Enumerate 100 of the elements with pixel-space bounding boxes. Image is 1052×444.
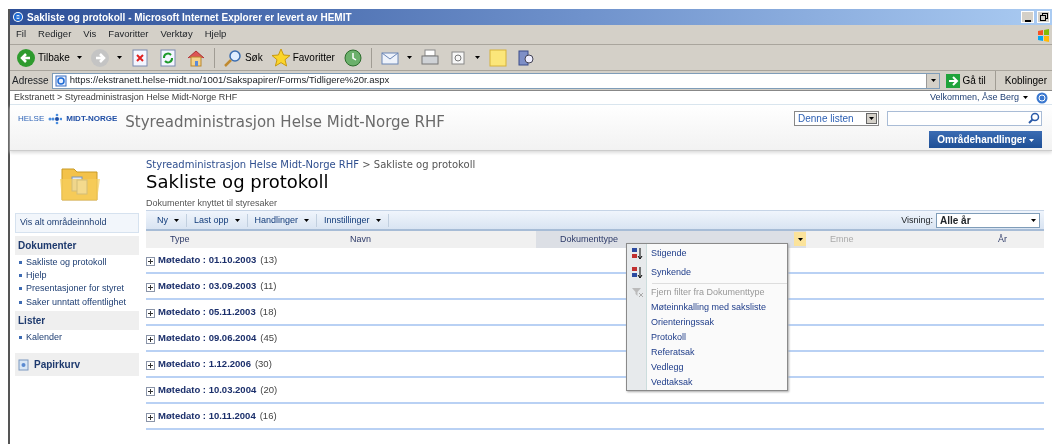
- nav-heading[interactable]: Lister: [15, 310, 139, 330]
- restore-icon: [1039, 13, 1048, 21]
- caret-icon: [174, 218, 179, 222]
- expand-icon[interactable]: [146, 361, 155, 371]
- go-button[interactable]: Gå til: [943, 71, 989, 90]
- toolbar-menu[interactable]: Ny: [150, 213, 187, 228]
- menu-item[interactable]: Vedtaksak: [627, 375, 787, 390]
- caret-icon: [1031, 218, 1036, 222]
- menu-item[interactable]: Referatsak: [627, 345, 787, 360]
- user-menu[interactable]: Velkommen, Åse Berg: [929, 90, 1019, 105]
- sort-descending-icon: [630, 266, 644, 279]
- group-heading[interactable]: Møtedato : 10.03.2004: [158, 383, 257, 398]
- page-title: Sakliste og protokoll: [146, 172, 330, 192]
- star-button[interactable]: Favoritter: [267, 45, 338, 70]
- toolbar-menu[interactable]: Last opp: [187, 213, 248, 228]
- menu-item[interactable]: Favoritter: [102, 27, 155, 42]
- filter-dropdown-button[interactable]: [794, 232, 806, 247]
- item-count: (11): [260, 279, 277, 294]
- breadcrumb-link[interactable]: Styreadministrasjon Helse Midt-Norge RHF: [146, 159, 360, 170]
- menu-item[interactable]: Protokoll: [627, 330, 787, 345]
- menu-item[interactable]: Fil: [10, 27, 33, 42]
- menu-item[interactable]: Vedlegg: [627, 360, 787, 375]
- stop-icon: [129, 47, 150, 68]
- view-dropdown[interactable]: Alle år: [936, 212, 1040, 228]
- item-count: (18): [259, 305, 277, 320]
- expand-icon[interactable]: [146, 257, 155, 267]
- logo-text: MIDT-NORGE: [66, 113, 118, 125]
- menu-item[interactable]: Møteinnkalling med saksliste: [627, 300, 787, 315]
- nav-link[interactable]: Presentasjoner for styret: [26, 283, 125, 294]
- column-header[interactable]: Navn: [326, 231, 536, 249]
- bullet-icon: [19, 300, 22, 304]
- printer-icon: [419, 47, 440, 68]
- search-field[interactable]: [887, 111, 1042, 126]
- item-count: (30): [254, 357, 272, 372]
- logo-text: HELSE: [18, 113, 45, 125]
- toolbar-menu[interactable]: Innstillinger: [317, 213, 389, 228]
- site-title: Styreadministrasjon Helse Midt-Norge RHF: [125, 112, 445, 133]
- item-count: (45): [260, 331, 278, 346]
- menu-item[interactable]: Vis: [77, 27, 103, 42]
- expand-icon[interactable]: [146, 413, 155, 423]
- caret-icon: [375, 218, 381, 222]
- menu-item[interactable]: Rediger: [32, 27, 78, 42]
- menu-item[interactable]: Verktøy: [154, 27, 199, 42]
- back-arrow-button[interactable]: Tilbake: [13, 45, 85, 70]
- search-icon: [222, 47, 243, 68]
- group-heading[interactable]: Møtedato : 10.11.2004: [158, 409, 256, 424]
- nav-link[interactable]: Hjelp: [26, 269, 47, 281]
- nav-link[interactable]: Kalender: [26, 331, 63, 343]
- links-button[interactable]: Koblinger: [1001, 68, 1050, 93]
- item-count: (13): [260, 253, 278, 268]
- group-heading[interactable]: Møtedato : 09.06.2004: [158, 331, 257, 346]
- caret-icon: [930, 79, 936, 82]
- menu-item[interactable]: Hjelp: [198, 27, 233, 42]
- nav-link[interactable]: Saker unntatt offentlighet: [26, 296, 126, 307]
- nav-link[interactable]: Sakliste og protokoll: [26, 256, 107, 267]
- go-arrow-icon: [946, 73, 961, 88]
- browser-icon: [12, 11, 24, 23]
- site-actions-button[interactable]: Områdehandlinger: [929, 131, 1042, 148]
- group-heading[interactable]: Møtedato : 1.12.2006: [158, 357, 251, 372]
- expand-icon[interactable]: [146, 335, 155, 345]
- caret-icon: [116, 56, 122, 59]
- menu-item[interactable]: Orienteringssak: [627, 315, 787, 330]
- item-count: (20): [260, 383, 278, 398]
- caret-icon: [474, 56, 480, 59]
- bullet-icon: [19, 335, 22, 339]
- caret-icon: [869, 117, 874, 120]
- scope-dropdown[interactable]: Denne listen: [794, 111, 879, 126]
- expand-icon[interactable]: [146, 309, 155, 319]
- note-icon: [487, 47, 508, 68]
- help-icon[interactable]: [1036, 91, 1048, 104]
- window-title: Sakliste og protokoll - Microsoft Internet Explorer er levert av HEMIT: [27, 10, 352, 25]
- nav-heading[interactable]: Dokumenter: [15, 235, 139, 255]
- search-icon[interactable]: [1027, 112, 1041, 125]
- view-label: Visning:: [901, 213, 933, 227]
- column-header[interactable]: Type: [146, 231, 326, 249]
- search-button[interactable]: Søk: [219, 45, 266, 70]
- breadcrumb[interactable]: Ekstranett > Styreadministrasjon Helse Midt-Norge RHF: [14, 90, 238, 105]
- expand-icon[interactable]: [146, 283, 155, 293]
- dropdown-button[interactable]: [926, 73, 940, 88]
- minimize-button[interactable]: [1021, 11, 1034, 23]
- restore-button[interactable]: [1037, 11, 1050, 23]
- bullet-icon: [19, 287, 22, 291]
- sort-ascending-icon: [630, 247, 644, 260]
- group-heading[interactable]: Møtedato : 01.10.2003: [158, 253, 257, 268]
- minimize-icon: [1024, 20, 1031, 22]
- menu-item[interactable]: Synkende: [627, 263, 787, 282]
- caret-icon: [234, 218, 240, 222]
- caret-icon: [797, 237, 803, 241]
- address-field[interactable]: https://ekstranett.helse-midt.no/1001/Sakspapirer/Forms/Tidligere%20r.aspx: [51, 72, 941, 89]
- toolbar-menu[interactable]: Handlinger: [247, 213, 318, 228]
- star-icon: [270, 47, 291, 68]
- breadcrumb-separator: >: [361, 159, 372, 170]
- view-all-link[interactable]: Vis alt områdeinnhold: [15, 213, 139, 233]
- windows-logo-icon: [1036, 27, 1050, 42]
- expand-icon[interactable]: [146, 387, 155, 397]
- caret-icon: [76, 56, 82, 59]
- history-icon: [342, 47, 363, 68]
- column-header[interactable]: År: [974, 231, 1044, 249]
- group-heading[interactable]: Møtedato : 05.11.2003: [158, 305, 256, 320]
- group-heading[interactable]: Møtedato : 03.09.2003: [158, 279, 257, 294]
